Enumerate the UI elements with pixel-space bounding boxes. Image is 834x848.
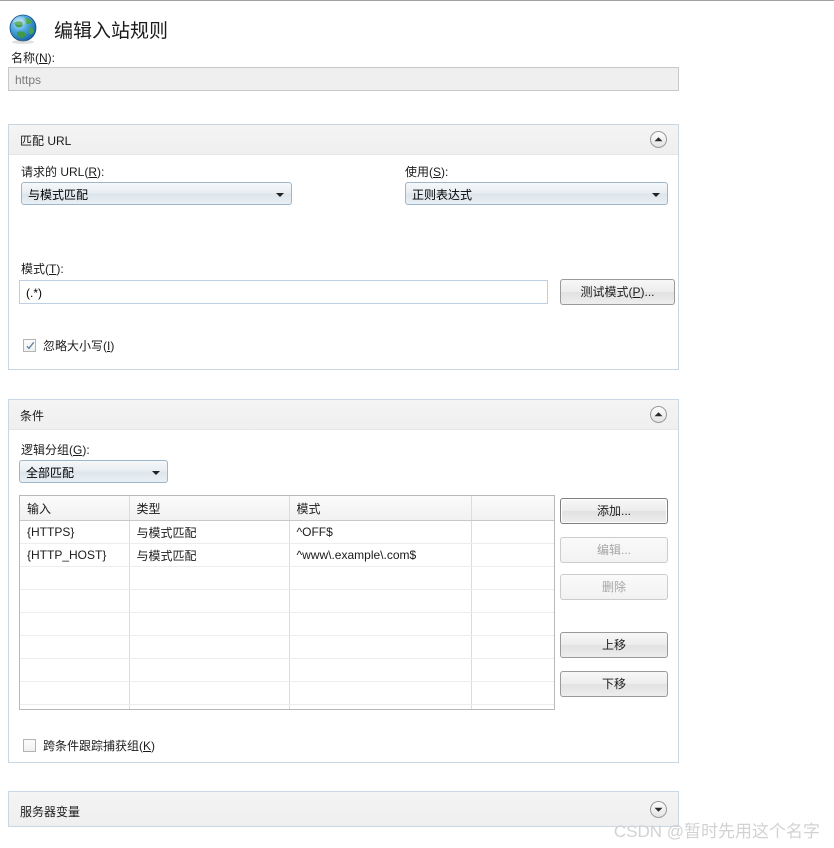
- match-url-panel-header: [9, 125, 678, 155]
- using-dropdown[interactable]: 正则表达式: [405, 182, 668, 205]
- requested-url-value: 与模式匹配: [28, 188, 89, 202]
- edit-inbound-rule-page: 编辑入站规则 名称(N): https 匹配 URL 请求的 URL(R): 与…: [0, 0, 834, 848]
- name-input[interactable]: https: [8, 67, 679, 91]
- conditions-table[interactable]: 输入 类型 模式 {HTTPS} 与模式匹配 ^OFF$ {HTTP_HOST} 与模式匹配…: [19, 495, 555, 710]
- using-label: 使用(S):: [405, 165, 449, 179]
- chevron-up-icon[interactable]: [650, 406, 667, 423]
- move-up-button[interactable]: 上移: [560, 632, 668, 658]
- table-cell: 与模式匹配: [129, 520, 290, 544]
- chevron-down-icon[interactable]: [650, 801, 667, 818]
- table-cell: 与模式匹配: [129, 543, 290, 567]
- ignore-case-row[interactable]: 忽略大小写(I): [23, 337, 114, 354]
- table-row[interactable]: {HTTPS} 与模式匹配 ^OFF$: [20, 520, 554, 544]
- add-condition-button[interactable]: 添加...: [560, 498, 668, 524]
- table-cell-empty: [129, 635, 290, 659]
- table-row-empty[interactable]: [20, 566, 554, 590]
- conditions-panel: 条件 逻辑分组(G): 全部匹配 输入 类型 模式 {HTTPS} 与模式匹配 ^OFF…: [8, 399, 679, 763]
- table-cell-empty: [20, 658, 130, 682]
- table-cell: {HTTP_HOST}: [20, 543, 130, 567]
- chevron-down-icon: [276, 193, 284, 197]
- table-cell-empty: [471, 658, 554, 682]
- table-cell-empty: [289, 635, 472, 659]
- conditions-title: 条件: [20, 409, 45, 423]
- table-cell-empty: [289, 704, 472, 709]
- requested-url-dropdown[interactable]: 与模式匹配: [21, 182, 292, 205]
- table-row-empty[interactable]: [20, 589, 554, 613]
- table-cell: {HTTPS}: [20, 520, 130, 544]
- table-column-header-3[interactable]: [471, 496, 554, 521]
- table-cell-empty: [289, 658, 472, 682]
- table-cell-empty: [129, 612, 290, 636]
- table-header-row: 输入 类型 模式: [20, 496, 554, 521]
- ignore-case-checkbox[interactable]: [23, 339, 36, 352]
- conditions-table-head: 输入 类型 模式: [20, 496, 554, 521]
- table-row-empty[interactable]: [20, 612, 554, 636]
- table-column-header-1[interactable]: 类型: [129, 496, 290, 521]
- edit-condition-button[interactable]: 编辑...: [560, 537, 668, 563]
- track-capture-groups-row[interactable]: 跨条件跟踪捕获组(K): [23, 737, 155, 754]
- table-cell-empty: [129, 704, 290, 709]
- table-cell-empty: [20, 566, 130, 590]
- table-cell-empty: [471, 681, 554, 705]
- server-variables-panel-header: [9, 792, 678, 826]
- table-cell-empty: [471, 704, 554, 709]
- move-down-button[interactable]: 下移: [560, 671, 668, 697]
- table-cell-empty: [471, 612, 554, 636]
- table-cell: [471, 543, 554, 567]
- table-cell-empty: [289, 681, 472, 705]
- table-cell-empty: [289, 612, 472, 636]
- conditions-table-body: {HTTPS} 与模式匹配 ^OFF$ {HTTP_HOST} 与模式匹配 ^www\.e…: [20, 520, 554, 709]
- server-variables-title: 服务器变量: [20, 805, 81, 819]
- table-row-empty[interactable]: [20, 658, 554, 682]
- table-row-empty[interactable]: [20, 635, 554, 659]
- requested-url-label: 请求的 URL(R):: [21, 165, 105, 179]
- chevron-down-icon: [652, 193, 660, 197]
- track-capture-groups-checkbox[interactable]: [23, 739, 36, 752]
- table-column-header-0[interactable]: 输入: [20, 496, 130, 521]
- chevron-down-icon: [152, 471, 160, 475]
- ignore-case-label: 忽略大小写(I): [43, 339, 115, 353]
- pattern-label: 模式(T):: [21, 262, 64, 276]
- match-url-title: 匹配 URL: [20, 134, 72, 148]
- table-cell-empty: [20, 704, 130, 709]
- table-cell-empty: [129, 681, 290, 705]
- table-cell-empty: [20, 612, 130, 636]
- conditions-panel-header: [9, 400, 678, 430]
- table-cell-empty: [289, 589, 472, 613]
- table-row-empty[interactable]: [20, 681, 554, 705]
- watermark: CSDN @暂时先用这个名字: [613, 822, 820, 841]
- delete-condition-button[interactable]: 删除: [560, 574, 668, 600]
- match-url-panel: 匹配 URL 请求的 URL(R): 与模式匹配 使用(S): 正则表达式 模式…: [8, 124, 679, 370]
- table-cell-empty: [20, 681, 130, 705]
- table-cell: ^www\.example\.com$: [289, 543, 472, 567]
- server-variables-panel[interactable]: 服务器变量: [8, 791, 679, 827]
- page-title-row: 编辑入站规则: [8, 13, 168, 45]
- table-cell-empty: [471, 566, 554, 590]
- table-cell-empty: [289, 566, 472, 590]
- table-row[interactable]: {HTTP_HOST} 与模式匹配 ^www\.example\.com$: [20, 543, 554, 567]
- track-capture-groups-label: 跨条件跟踪捕获组(K): [43, 739, 156, 753]
- globe-icon: [8, 13, 40, 45]
- table-cell-empty: [471, 589, 554, 613]
- using-value: 正则表达式: [412, 188, 473, 202]
- table-cell-empty: [129, 658, 290, 682]
- table-cell-empty: [471, 635, 554, 659]
- table-cell-empty: [129, 566, 290, 590]
- chevron-up-icon[interactable]: [650, 131, 667, 148]
- test-pattern-button[interactable]: 测试模式(P)...: [560, 279, 675, 305]
- conditions-table-inner: 输入 类型 模式 {HTTPS} 与模式匹配 ^OFF$ {HTTP_HOST} 与模式匹配…: [20, 496, 554, 709]
- pattern-input[interactable]: (.*): [19, 280, 548, 304]
- table-cell: ^OFF$: [289, 520, 472, 544]
- table-cell-empty: [129, 589, 290, 613]
- table-cell: [471, 520, 554, 544]
- table-row-empty[interactable]: [20, 704, 554, 709]
- table-cell-empty: [20, 635, 130, 659]
- page-title: 编辑入站规则: [54, 20, 169, 42]
- logical-grouping-label: 逻辑分组(G):: [21, 443, 90, 457]
- logical-grouping-value: 全部匹配: [26, 466, 75, 480]
- table-cell-empty: [20, 589, 130, 613]
- table-column-header-2[interactable]: 模式: [289, 496, 472, 521]
- logical-grouping-dropdown[interactable]: 全部匹配: [19, 460, 168, 483]
- name-field-label: 名称(N):: [11, 51, 56, 65]
